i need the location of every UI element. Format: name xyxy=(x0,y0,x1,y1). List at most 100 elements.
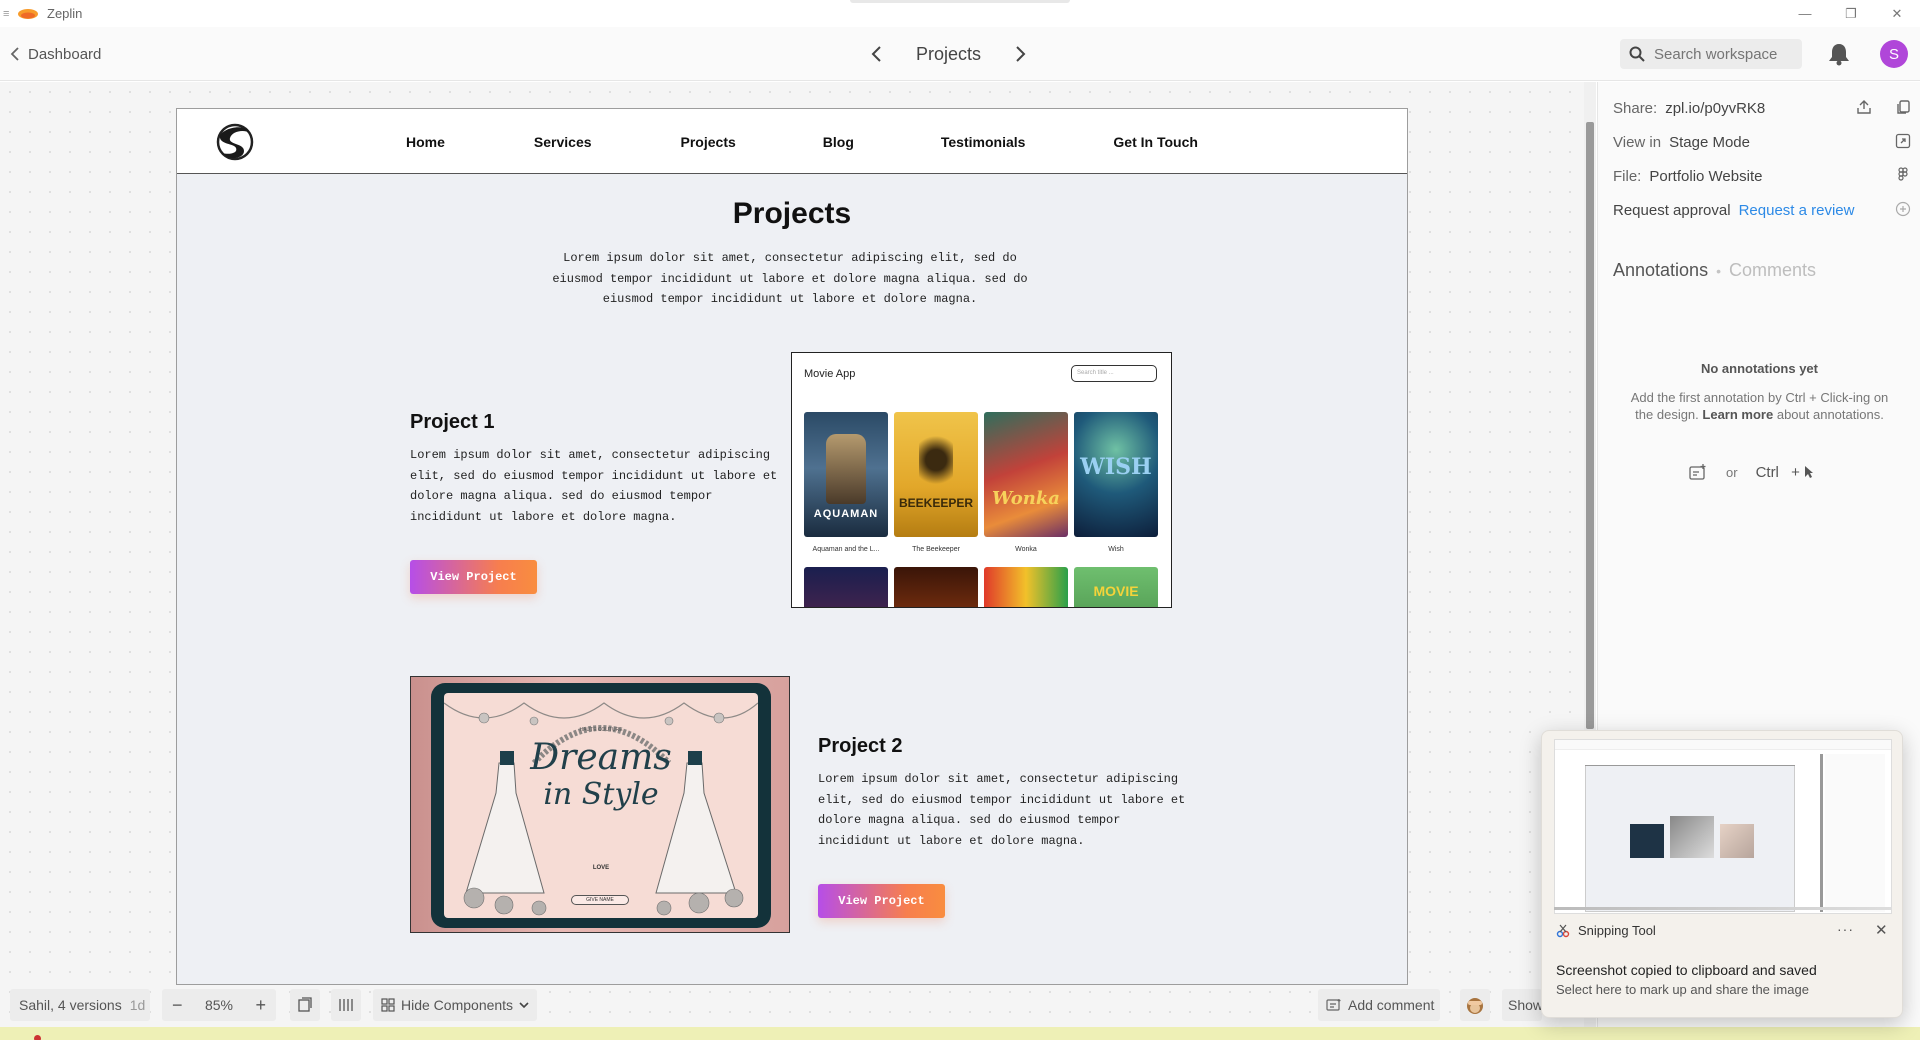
restore-icon[interactable]: ❐ xyxy=(1828,0,1874,27)
user-avatar[interactable]: S xyxy=(1880,40,1908,68)
design-canvas[interactable]: Home Services Projects Blog Testimonials… xyxy=(0,82,1584,1027)
poster-beekeeper-text: BEEKEEPER xyxy=(898,496,974,510)
pages-icon xyxy=(298,997,312,1012)
tab-annotations[interactable]: Annotations xyxy=(1613,260,1708,281)
hide-components-dropdown[interactable]: Hide Components xyxy=(373,989,537,1021)
projects-intro-text: Lorem ipsum dolor sit amet, consectetur … xyxy=(552,251,1028,306)
menu-icon[interactable]: ≡ xyxy=(3,8,13,20)
grid-toggle-button[interactable] xyxy=(331,989,361,1021)
help-suffix: about annotations. xyxy=(1776,407,1884,422)
file-name[interactable]: Portfolio Website xyxy=(1649,168,1762,185)
search-icon xyxy=(1629,46,1645,62)
artboard-projects[interactable]: Home Services Projects Blog Testimonials… xyxy=(176,108,1408,985)
tab-comments[interactable]: Comments xyxy=(1729,260,1816,281)
add-comment-label: Add comment xyxy=(1348,997,1435,1013)
stage-mode-link[interactable]: Stage Mode xyxy=(1669,134,1750,151)
site-menu-testimonials[interactable]: Testimonials xyxy=(941,134,1026,150)
zoom-out-icon[interactable]: − xyxy=(172,995,183,1016)
show-label: Show xyxy=(1508,997,1544,1013)
hide-components-label: Hide Components xyxy=(401,997,514,1013)
screenshot-thumbnail[interactable] xyxy=(1554,739,1892,914)
copy-icon[interactable] xyxy=(1895,99,1911,115)
taskbar-strip xyxy=(0,1027,1920,1040)
poster-wish-text: WISH xyxy=(1080,454,1152,480)
add-annotation-icon[interactable] xyxy=(1688,463,1708,481)
request-approval-label: Request approval xyxy=(1613,202,1731,219)
search-workspace[interactable] xyxy=(1620,39,1802,69)
or-label: or xyxy=(1726,464,1738,480)
projects-heading: Projects xyxy=(732,197,852,230)
window-title-bar: ≡ Zeplin — ❐ ✕ xyxy=(0,0,1920,27)
record-indicator-icon xyxy=(34,1035,41,1040)
share-label: Share: xyxy=(1613,100,1658,117)
site-menu: Home Services Projects Blog Testimonials… xyxy=(406,109,1198,174)
emoji-button[interactable] xyxy=(1460,989,1490,1021)
share-upload-icon[interactable] xyxy=(1856,99,1872,115)
site-logo-icon xyxy=(216,123,254,161)
snipping-tool-notification[interactable]: Snipping Tool ··· ✕ Screenshot copied to… xyxy=(1541,730,1903,1018)
poster-row2-3 xyxy=(984,567,1068,607)
dashboard-label: Dashboard xyxy=(28,45,102,63)
poster-wish: WISH xyxy=(1074,412,1158,537)
movie-app-title: Movie App xyxy=(804,368,856,380)
versions-button[interactable]: Sahil, 4 versions 1d xyxy=(10,989,150,1021)
request-review-link[interactable]: Request a review xyxy=(1739,202,1855,219)
poster-wonka-text: Wonka xyxy=(992,488,1060,509)
request-approval-row: Request approval Request a review xyxy=(1613,202,1854,219)
versions-label: Sahil, 4 versions xyxy=(19,997,122,1013)
project-1-view-button[interactable]: View Project xyxy=(410,560,537,594)
site-menu-projects[interactable]: Projects xyxy=(681,134,736,150)
zoom-in-icon[interactable]: + xyxy=(255,995,266,1016)
project-2-view-button[interactable]: View Project xyxy=(818,884,945,918)
poster-row2-4-text: MOVIE xyxy=(1093,583,1139,599)
figma-icon[interactable] xyxy=(1895,167,1911,183)
close-icon[interactable]: ✕ xyxy=(1874,0,1920,27)
minimize-icon[interactable]: — xyxy=(1782,0,1828,27)
site-menu-home[interactable]: Home xyxy=(406,134,445,150)
share-link[interactable]: zpl.io/p0yvRK8 xyxy=(1665,100,1765,117)
next-screen-icon[interactable] xyxy=(1015,45,1027,63)
annotation-shortcut: or Ctrl + xyxy=(1688,463,1814,481)
movie-app-search: Search title ... xyxy=(1071,365,1157,382)
zoom-level[interactable]: 85% xyxy=(205,997,233,1013)
view-in-row: View in Stage Mode xyxy=(1613,134,1750,151)
toast-more-icon[interactable]: ··· xyxy=(1837,921,1854,937)
project-1-heading: Project 1 xyxy=(410,411,495,433)
cursor-click-icon xyxy=(1804,466,1813,478)
expand-icon[interactable] xyxy=(1895,133,1911,149)
app-name: Zeplin xyxy=(47,6,83,21)
notifications-bell-icon[interactable] xyxy=(1826,41,1852,67)
share-row: Share: zpl.io/p0yvRK8 xyxy=(1613,100,1765,117)
monkey-emoji-icon xyxy=(1467,998,1483,1014)
project-2-heading: Project 2 xyxy=(818,735,903,757)
fit-screen-button[interactable] xyxy=(290,989,320,1021)
toast-close-icon[interactable]: ✕ xyxy=(1875,921,1888,939)
toast-message: Screenshot copied to clipboard and saved xyxy=(1556,962,1817,978)
zoom-control: − 85% + xyxy=(162,989,276,1021)
view-in-label: View in xyxy=(1613,134,1662,151)
dreams-button: GIVE NAME xyxy=(571,895,629,905)
columns-icon xyxy=(339,999,353,1011)
snipping-tool-icon xyxy=(1556,924,1570,937)
tab-separator: • xyxy=(1716,263,1721,279)
versions-age: 1d xyxy=(129,997,146,1013)
toast-header: Snipping Tool xyxy=(1556,923,1656,938)
canvas-scrollbar-thumb[interactable] xyxy=(1586,122,1594,729)
file-row: File: Portfolio Website xyxy=(1613,168,1762,185)
poster-label-aquaman: Aquaman and the L... xyxy=(812,546,880,553)
toast-subtext: Select here to mark up and share the ima… xyxy=(1556,982,1809,997)
poster-label-wonka: Wonka xyxy=(1015,546,1037,553)
previous-screen-icon[interactable] xyxy=(870,45,882,63)
add-circle-icon[interactable] xyxy=(1895,201,1911,217)
dashboard-back-link[interactable]: Dashboard xyxy=(10,27,101,81)
toast-app-name: Snipping Tool xyxy=(1578,923,1656,938)
learn-more-link[interactable]: Learn more xyxy=(1702,407,1773,422)
site-menu-blog[interactable]: Blog xyxy=(823,134,854,150)
poster-label-wish: Wish xyxy=(1108,546,1124,553)
site-menu-services[interactable]: Services xyxy=(534,134,592,150)
screen-title: Projects xyxy=(916,43,982,64)
search-input[interactable] xyxy=(1654,45,1794,63)
add-comment-button[interactable]: Add comment xyxy=(1318,989,1440,1021)
show-button[interactable]: Show xyxy=(1502,989,1544,1021)
site-menu-get-in-touch[interactable]: Get In Touch xyxy=(1113,134,1198,150)
